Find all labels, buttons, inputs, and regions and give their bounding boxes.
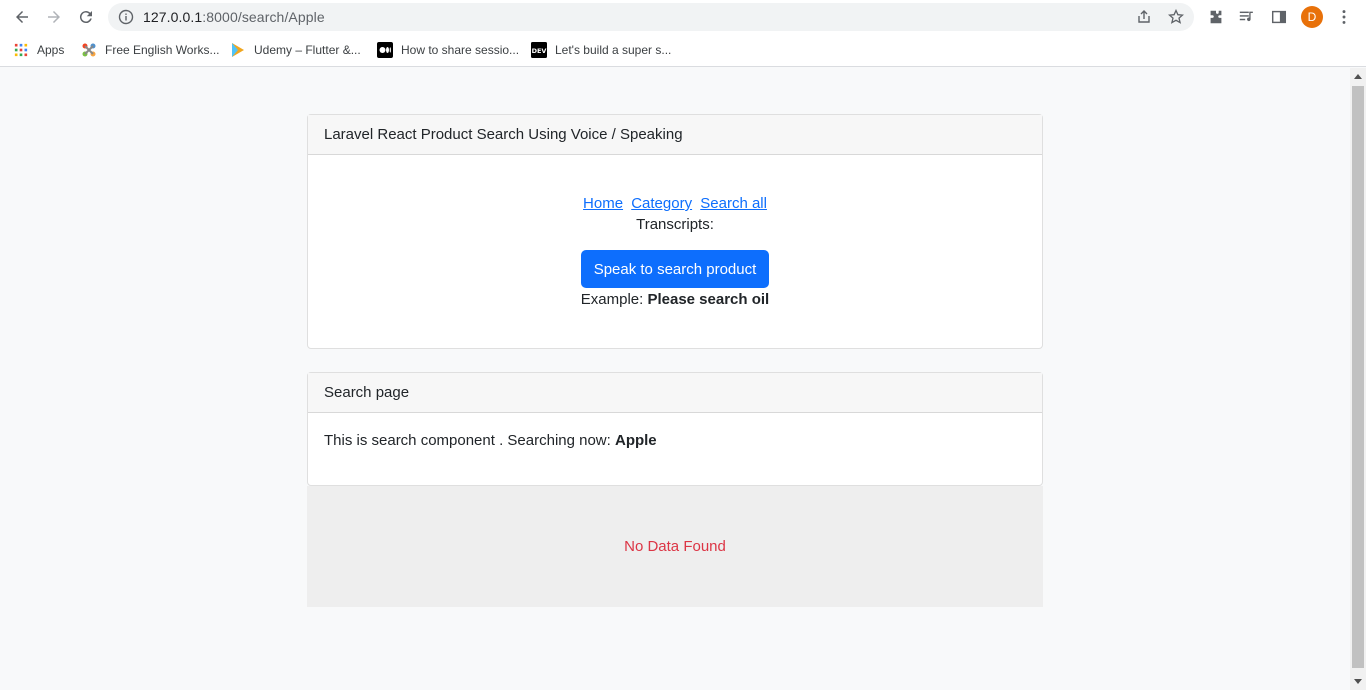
back-icon[interactable] — [10, 5, 34, 29]
side-panel-icon[interactable] — [1269, 7, 1289, 27]
address-bar[interactable]: 127.0.0.1:8000/search/Apple — [108, 3, 1194, 31]
svg-text:DEV: DEV — [532, 47, 547, 55]
transcripts-label: Transcripts: — [636, 216, 714, 233]
url-text: 127.0.0.1:8000/search/Apple — [143, 9, 325, 25]
example-text: Please search oil — [647, 291, 770, 308]
voice-search-card-title: Laravel React Product Search Using Voice… — [308, 115, 1042, 155]
bookmark-star-icon[interactable] — [1167, 8, 1185, 25]
search-all-link[interactable]: Search all — [700, 195, 767, 212]
media-queue-icon[interactable] — [1237, 7, 1257, 27]
bookmark-label: Free English Works... — [105, 43, 220, 57]
search-page-card-body: This is search component . Searching now… — [308, 413, 1042, 468]
browser-toolbar: 127.0.0.1:8000/search/Apple D — [0, 0, 1366, 34]
home-link[interactable]: Home — [583, 195, 623, 212]
voice-search-card: Laravel React Product Search Using Voice… — [307, 114, 1043, 349]
joomla-icon — [81, 42, 97, 58]
search-status-text: This is search component . Searching now… — [324, 432, 611, 449]
example-label: Example: — [580, 291, 644, 308]
no-data-message: No Data Found — [624, 538, 726, 555]
dev-icon: DEV — [531, 42, 547, 58]
search-page-card: Search page This is search component . S… — [307, 372, 1043, 486]
bookmarks-bar: Apps Free English Works... Udemy – Flutt… — [0, 34, 1366, 67]
bookmark-dev[interactable]: DEV Let's build a super s... — [531, 41, 671, 59]
profile-avatar[interactable]: D — [1301, 6, 1323, 28]
menu-kebab-icon[interactable] — [1334, 7, 1354, 27]
scroll-down-arrow-icon[interactable] — [1354, 679, 1362, 684]
bookmark-label: Let's build a super s... — [555, 43, 672, 57]
udemy-icon — [230, 42, 246, 58]
bookmark-label: Apps — [37, 43, 65, 57]
reload-icon[interactable] — [74, 5, 98, 29]
bookmark-free-english[interactable]: Free English Works... — [81, 41, 219, 59]
voice-search-card-body: Home Category Search all Transcripts: Sp… — [308, 155, 1042, 308]
url-path: :8000/search/Apple — [202, 9, 325, 25]
bookmark-udemy[interactable]: Udemy – Flutter &... — [230, 41, 361, 59]
apps-grid-icon — [13, 42, 29, 58]
nav-links: Home Category Search all — [308, 195, 1042, 212]
scroll-up-arrow-icon[interactable] — [1354, 74, 1362, 79]
search-query: Apple — [614, 432, 657, 449]
example-hint: Example: Please search oil — [308, 291, 1042, 308]
site-info-icon[interactable] — [118, 9, 134, 25]
bookmark-label: Udemy – Flutter &... — [254, 43, 361, 57]
extensions-icon[interactable] — [1206, 7, 1226, 27]
forward-icon[interactable] — [42, 5, 66, 29]
share-icon[interactable] — [1136, 9, 1152, 25]
scroll-thumb[interactable] — [1352, 86, 1364, 668]
bookmark-apps[interactable]: Apps — [13, 41, 64, 59]
url-host: 127.0.0.1 — [143, 9, 203, 25]
category-link[interactable]: Category — [631, 195, 692, 212]
bookmark-medium[interactable]: How to share sessio... — [377, 41, 519, 59]
speak-to-search-button[interactable]: Speak to search product — [580, 250, 770, 288]
bookmark-label: How to share sessio... — [401, 43, 520, 57]
search-page-card-title: Search page — [308, 373, 1042, 413]
medium-icon — [377, 42, 393, 58]
results-empty-state: No Data Found — [307, 486, 1043, 607]
page-scrollbar[interactable] — [1350, 68, 1366, 690]
